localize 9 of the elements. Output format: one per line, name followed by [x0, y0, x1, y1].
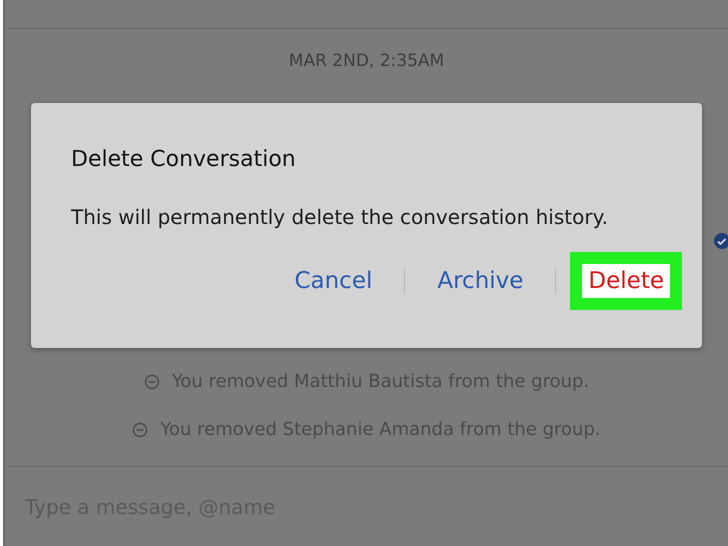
dialog-title: Delete Conversation — [71, 147, 297, 172]
dialog-message: This will permanently delete the conversation history. — [71, 205, 609, 229]
remove-icon — [144, 374, 160, 390]
check-icon — [713, 232, 728, 250]
date-divider: MAR 2ND, 2:35AM — [288, 51, 446, 71]
remove-icon — [132, 422, 148, 438]
delete-button[interactable]: Delete — [570, 252, 682, 310]
dialog-button[interactable]: Archive — [419, 252, 542, 310]
dialog-button[interactable]: Cancel — [276, 252, 390, 310]
